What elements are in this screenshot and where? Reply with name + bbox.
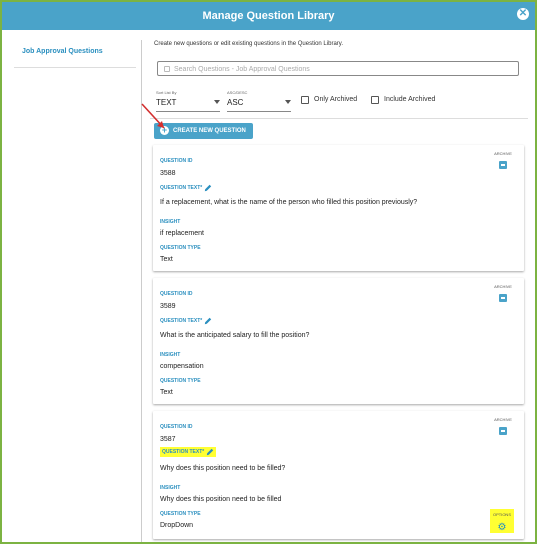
gear-icon[interactable]: ⚙	[498, 522, 507, 533]
close-icon[interactable]: ✕	[517, 8, 529, 20]
archive-label: ARCHIVE	[494, 284, 512, 289]
question-id-label: QUESTION ID	[160, 158, 193, 164]
highlighted-question-text-label: QUESTION TEXT*	[160, 447, 217, 458]
question-id-label: QUESTION ID	[160, 424, 193, 430]
select-underline	[227, 111, 291, 112]
checkbox-box[interactable]	[301, 96, 309, 104]
create-new-question-label: CREATE NEW QUESTION	[173, 128, 246, 134]
only-archived-label: Only Archived	[314, 96, 358, 103]
question-text-value: Why does this position need to be filled…	[160, 465, 286, 472]
chevron-down-icon	[214, 100, 220, 104]
options-label: OPTIONS	[492, 512, 511, 517]
question-card: QUESTION ID 3588 QUESTION TEXT* If a rep…	[153, 145, 524, 271]
sidebar: Job Approval Questions	[14, 40, 136, 68]
include-archived-label: Include Archived	[384, 96, 436, 103]
insight-label: INSIGHT	[160, 485, 181, 491]
pencil-icon[interactable]	[204, 317, 212, 325]
annotation-arrow	[141, 103, 165, 129]
insight-label: INSIGHT	[160, 219, 181, 225]
order-label: ASC/DESC	[227, 90, 248, 95]
question-card: QUESTION ID 3589 QUESTION TEXT* What is …	[153, 278, 524, 404]
dialog-header: Manage Question Library ✕	[2, 2, 535, 30]
main-panel: Create new questions or edit existing qu…	[150, 40, 528, 542]
dialog-frame: Manage Question Library ✕ Job Approval Q…	[0, 0, 537, 544]
archive-icon[interactable]	[499, 427, 507, 435]
archive-label: ARCHIVE	[494, 417, 512, 422]
question-type-label: QUESTION TYPE	[160, 511, 201, 517]
insight-value: if replacement	[160, 230, 204, 237]
archive-icon[interactable]	[499, 161, 507, 169]
question-type-label: QUESTION TYPE	[160, 378, 201, 384]
search-placeholder: Search Questions - Job Approval Question…	[174, 66, 310, 73]
order-value: ASC	[227, 98, 244, 107]
archive-label: ARCHIVE	[494, 151, 512, 156]
search-icon	[164, 66, 170, 72]
checkbox-box[interactable]	[371, 96, 379, 104]
dialog-title: Manage Question Library	[202, 10, 335, 22]
question-id-value: 3589	[160, 303, 176, 310]
sidebar-item-job-approval-questions[interactable]: Job Approval Questions	[22, 48, 103, 55]
divider	[150, 118, 528, 119]
question-text-value: What is the anticipated salary to fill t…	[160, 332, 310, 339]
insight-value: Why does this position need to be filled	[160, 496, 282, 503]
question-text-value: If a replacement, what is the name of th…	[160, 199, 418, 206]
insight-label: INSIGHT	[160, 352, 181, 358]
archive-control: ARCHIVE	[492, 284, 514, 307]
insight-value: compensation	[160, 363, 204, 370]
options-control[interactable]: OPTIONS ⚙	[490, 509, 514, 533]
pencil-icon[interactable]	[204, 184, 212, 192]
archive-control: ARCHIVE	[492, 417, 514, 440]
question-text-label: QUESTION TEXT*	[160, 184, 212, 192]
sort-list-by-label: Sort List By	[156, 90, 177, 95]
question-type-value: DropDown	[160, 522, 194, 529]
question-text-label: QUESTION TEXT*	[160, 317, 212, 325]
archive-control: ARCHIVE	[492, 151, 514, 174]
question-id-label: QUESTION ID	[160, 291, 193, 297]
question-text-label: QUESTION TEXT*	[160, 447, 217, 458]
question-type-label: QUESTION TYPE	[160, 245, 201, 251]
question-id-value: 3587	[160, 436, 176, 443]
chevron-down-icon	[285, 100, 291, 104]
question-type-value: Text	[160, 256, 173, 263]
search-input[interactable]: Search Questions - Job Approval Question…	[157, 61, 519, 76]
intro-text: Create new questions or edit existing qu…	[154, 41, 343, 47]
question-id-value: 3588	[160, 170, 176, 177]
archive-icon[interactable]	[499, 294, 507, 302]
pencil-icon[interactable]	[206, 448, 214, 456]
question-card: QUESTION ID 3587 QUESTION TEXT* Why does…	[153, 411, 524, 539]
question-type-value: Text	[160, 389, 173, 396]
